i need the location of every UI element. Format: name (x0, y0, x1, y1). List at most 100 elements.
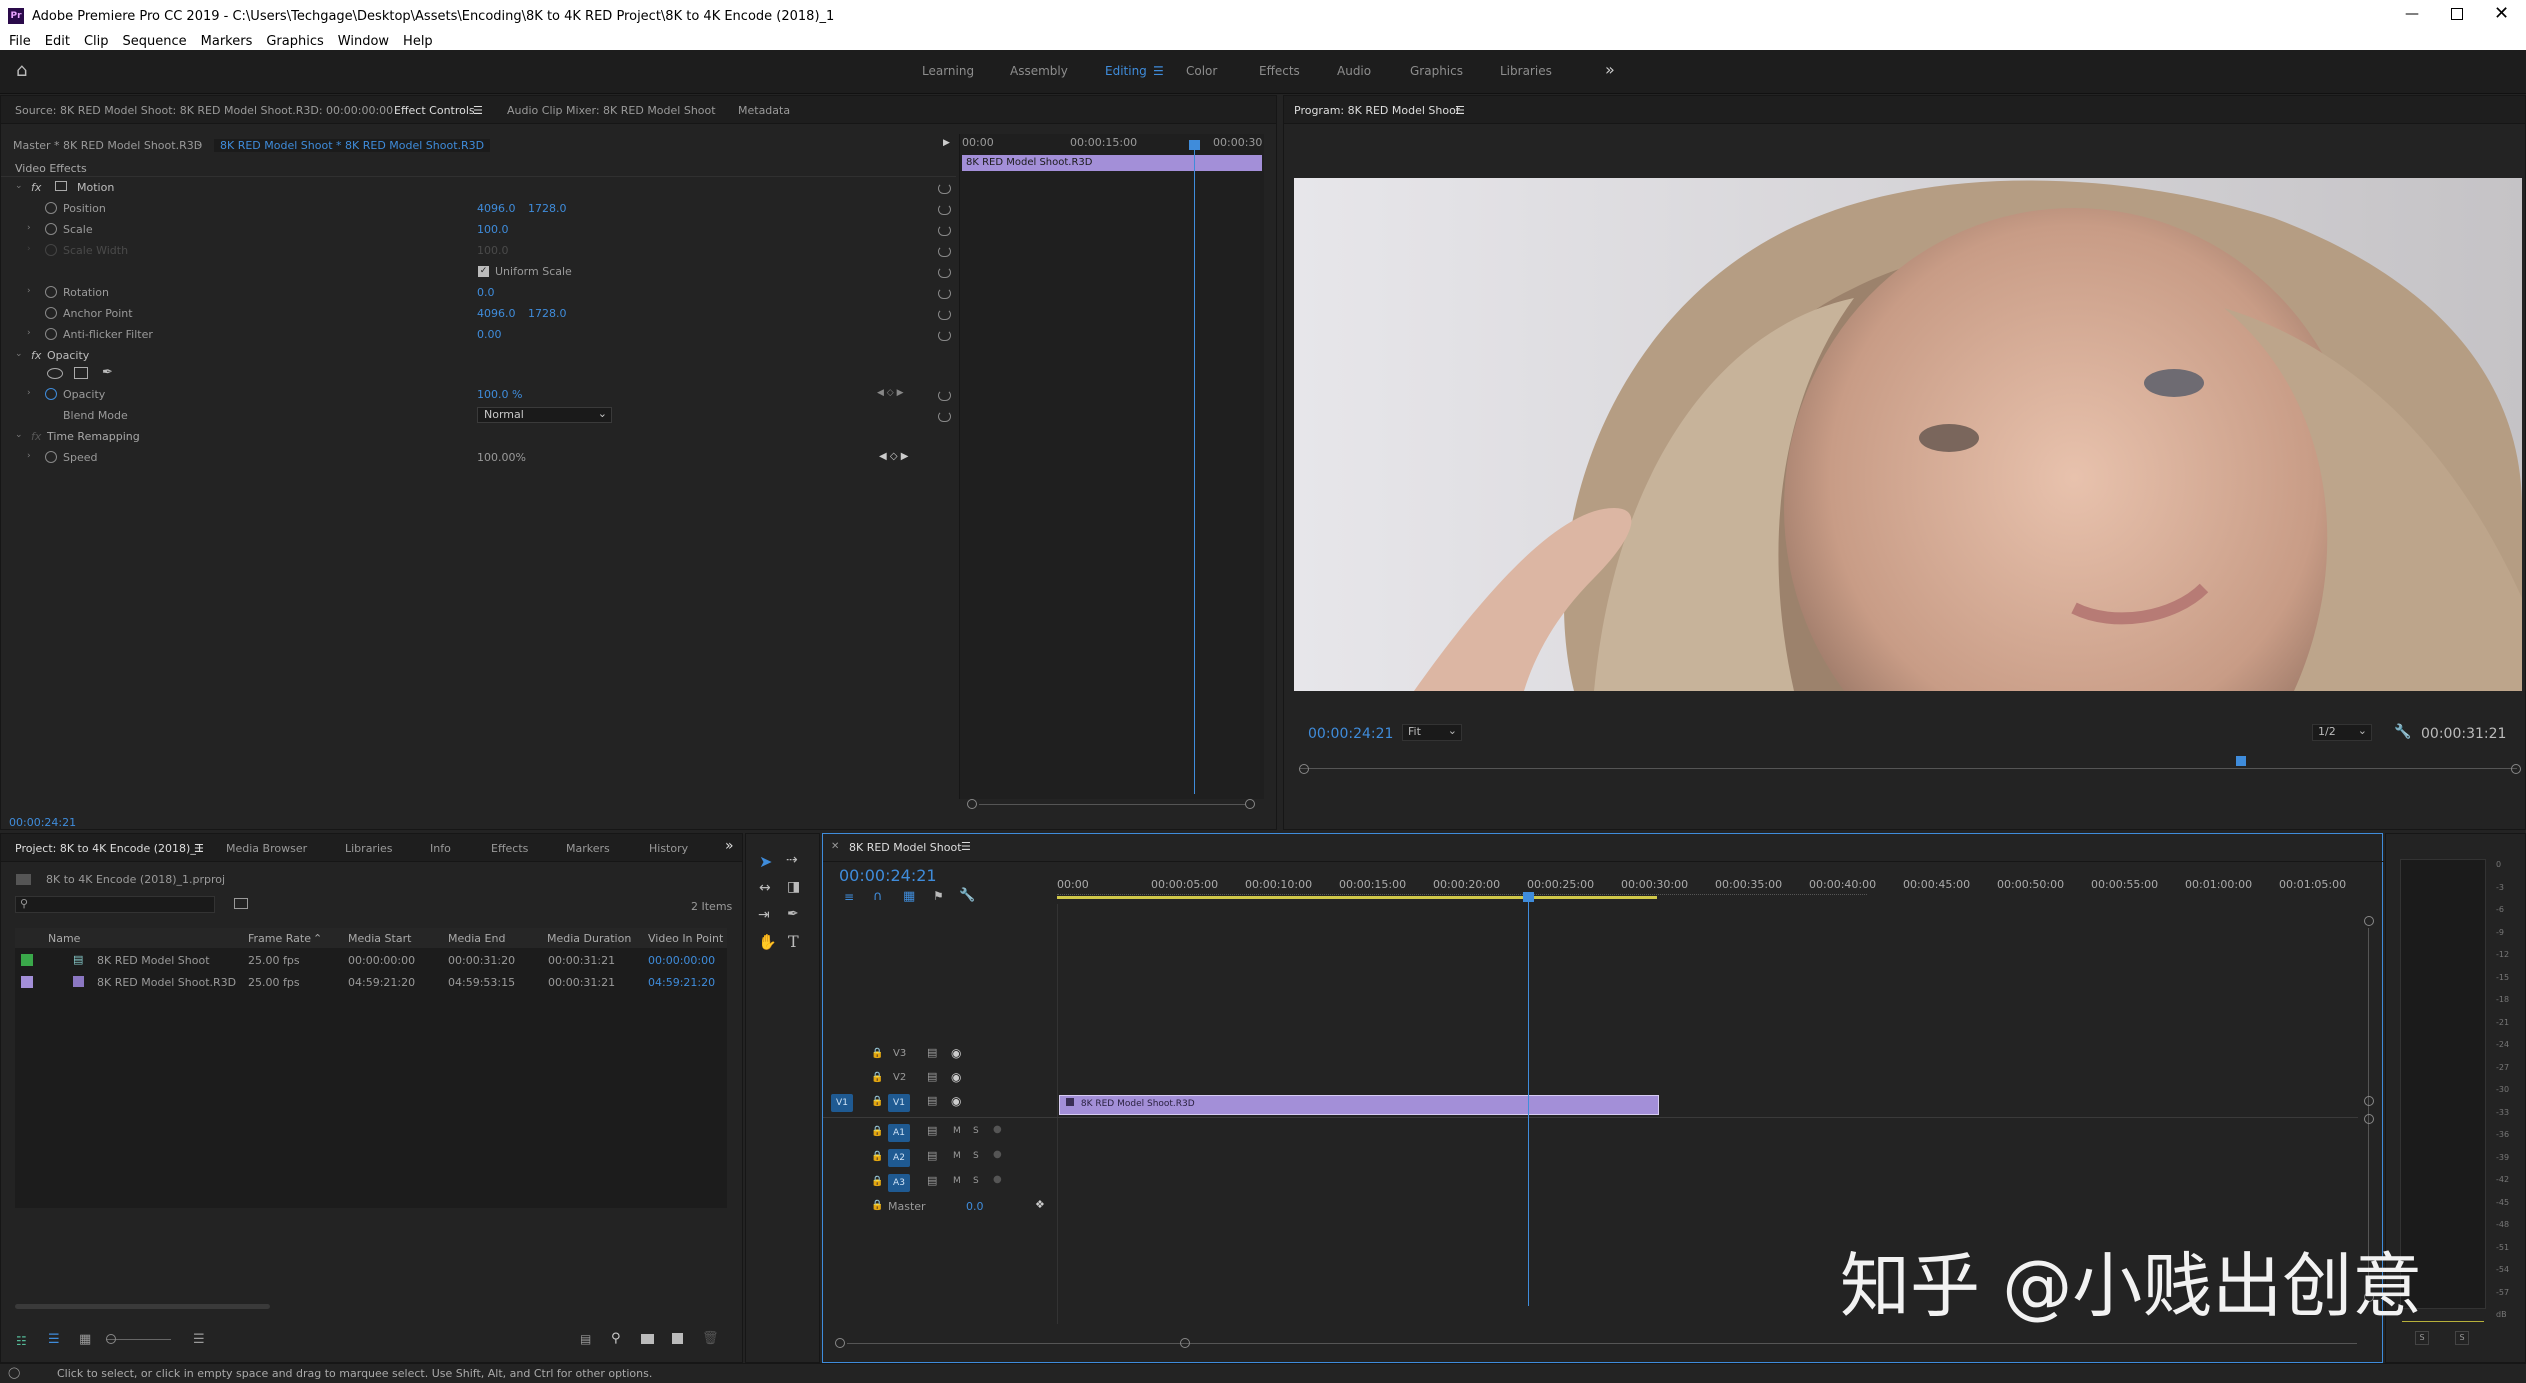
hand-tool-icon[interactable]: ✋ (758, 933, 777, 951)
find-icon[interactable]: ⚲ (611, 1331, 621, 1346)
effect-ruler[interactable]: 00:00 00:00:15:00 00:00:30 (960, 134, 1265, 152)
workspace-audio[interactable]: Audio (1337, 64, 1371, 78)
snap-icon[interactable]: ∩ (873, 889, 883, 904)
track-label[interactable]: A3 (888, 1174, 910, 1192)
expand-icon[interactable]: › (27, 388, 31, 398)
minimize-icon[interactable]: — (2405, 6, 2419, 22)
track-label[interactable]: V3 (893, 1048, 906, 1059)
panel-menu-icon[interactable]: ☰ (194, 842, 204, 855)
razor-tool-icon[interactable]: ◨ (787, 879, 800, 895)
close-icon[interactable]: ✕ (2494, 3, 2509, 24)
scroll-handle-mid2[interactable] (2364, 1114, 2374, 1124)
scale-value[interactable]: 100.0 (477, 223, 509, 236)
maximize-icon[interactable] (2451, 8, 2463, 20)
ripple-edit-tool-icon[interactable]: ↔ (759, 880, 771, 896)
pen-tool-icon[interactable]: ✒ (787, 906, 799, 922)
anchor-y-value[interactable]: 1728.0 (528, 307, 567, 320)
workspace-libraries[interactable]: Libraries (1500, 64, 1552, 78)
reset-icon[interactable] (938, 330, 951, 341)
tab-effects[interactable]: Effects (491, 842, 528, 855)
workspace-editing[interactable]: Editing (1105, 64, 1147, 78)
reset-icon[interactable] (938, 267, 951, 278)
lock-icon[interactable]: 🔒 (871, 1072, 883, 1083)
col-media-end[interactable]: Media End (448, 932, 505, 945)
reset-icon[interactable] (938, 309, 951, 320)
more-tabs-icon[interactable]: » (725, 838, 734, 854)
track-label[interactable]: A2 (888, 1149, 910, 1167)
tab-history[interactable]: History (649, 842, 688, 855)
tab-effect-controls[interactable]: Effect Controls (394, 104, 475, 117)
col-frame-rate[interactable]: Frame Rate (248, 932, 311, 945)
reset-icon[interactable] (938, 225, 951, 236)
workspace-effects[interactable]: Effects (1259, 64, 1300, 78)
project-search-input[interactable]: ⚲ (15, 896, 215, 913)
keyframe-nav-icon[interactable]: ◀ ◇ ▶ (879, 451, 908, 462)
playhead-line[interactable] (1528, 896, 1529, 1306)
stopwatch-active-icon[interactable] (45, 388, 57, 400)
lock-icon[interactable]: 🔒 (871, 1200, 883, 1211)
settings-wrench-icon[interactable]: 🔧 (959, 888, 975, 903)
effect-timeline-scrollbar[interactable] (967, 799, 1257, 811)
solo-button[interactable]: S (973, 1126, 979, 1136)
reset-icon[interactable] (938, 411, 951, 422)
expand-icon[interactable]: › (27, 286, 31, 296)
scroll-handle-right[interactable] (1245, 799, 1255, 809)
track-select-tool-icon[interactable]: ⇢ (786, 852, 798, 868)
lock-icon[interactable]: 🔒 (871, 1126, 883, 1137)
tab-program[interactable]: Program: 8K RED Model Shoot (1294, 104, 1460, 117)
timeline-timecode[interactable]: 00:00:24:21 (839, 866, 937, 885)
solo-left-button[interactable]: S (2415, 1331, 2429, 1345)
wrench-icon[interactable]: 🔧 (2394, 724, 2411, 740)
sync-lock-icon[interactable]: ▤ (927, 1094, 937, 1107)
new-bin-from-search-icon[interactable] (234, 898, 248, 909)
ellipse-mask-icon[interactable] (47, 368, 63, 379)
fit-select[interactable]: Fit ⌄ (1402, 724, 1462, 741)
anchor-x-value[interactable]: 4096.0 (477, 307, 516, 320)
master-volume-value[interactable]: 0.0 (966, 1200, 984, 1213)
tab-markers[interactable]: Markers (566, 842, 610, 855)
scroll-handle-left[interactable] (1299, 764, 1309, 774)
track-label[interactable]: V1 (888, 1094, 910, 1112)
menu-sequence[interactable]: Sequence (123, 34, 187, 49)
stopwatch-icon[interactable] (45, 328, 57, 340)
opacity-value[interactable]: 100.0 % (477, 388, 522, 401)
expand-icon[interactable]: ⌄ (15, 349, 23, 359)
reset-icon[interactable] (938, 246, 951, 257)
microphone-icon[interactable]: ● (993, 1149, 1002, 1160)
stopwatch-icon[interactable] (45, 307, 57, 319)
col-media-duration[interactable]: Media Duration (547, 932, 631, 945)
sync-lock-icon[interactable]: ▤ (927, 1070, 937, 1083)
panel-menu-icon[interactable]: ☰ (1455, 104, 1465, 117)
menu-help[interactable]: Help (403, 34, 433, 49)
tab-project[interactable]: Project: 8K to 4K Encode (2018)_1 (15, 842, 203, 855)
scroll-handle-left[interactable] (835, 1338, 845, 1348)
playhead-handle[interactable] (1189, 140, 1200, 150)
resolution-select[interactable]: 1/2 ⌄ (2312, 724, 2372, 741)
position-x-value[interactable]: 4096.0 (477, 202, 516, 215)
sync-lock-icon[interactable]: ▤ (927, 1149, 937, 1162)
automate-to-sequence-icon[interactable]: ▤ (580, 1332, 591, 1346)
tab-media-browser[interactable]: Media Browser (226, 842, 307, 855)
reset-icon[interactable] (938, 204, 951, 215)
stopwatch-icon[interactable] (45, 223, 57, 235)
menu-graphics[interactable]: Graphics (266, 34, 323, 49)
menu-file[interactable]: File (9, 34, 31, 49)
panel-menu-icon[interactable]: ☰ (473, 104, 483, 117)
icon-view-icon[interactable]: ▦ (79, 1332, 91, 1347)
scroll-handle-mid[interactable] (2364, 1096, 2374, 1106)
workspace-graphics[interactable]: Graphics (1410, 64, 1463, 78)
menu-edit[interactable]: Edit (45, 34, 70, 49)
pen-mask-icon[interactable]: ✒ (102, 365, 113, 380)
mute-button[interactable]: M (953, 1151, 961, 1161)
workspace-learning[interactable]: Learning (922, 64, 974, 78)
panel-menu-icon[interactable]: ☰ (961, 840, 971, 853)
reset-icon[interactable] (938, 288, 951, 299)
expand-icon[interactable]: › (27, 328, 31, 338)
stopwatch-icon[interactable] (45, 286, 57, 298)
microphone-icon[interactable]: ● (993, 1174, 1002, 1185)
playhead-line[interactable] (1194, 144, 1195, 794)
col-media-start[interactable]: Media Start (348, 932, 411, 945)
lock-icon[interactable]: 🔒 (871, 1151, 883, 1162)
program-timecode[interactable]: 00:00:24:21 (1308, 726, 1393, 742)
more-workspaces-icon[interactable]: » (1605, 60, 1615, 79)
